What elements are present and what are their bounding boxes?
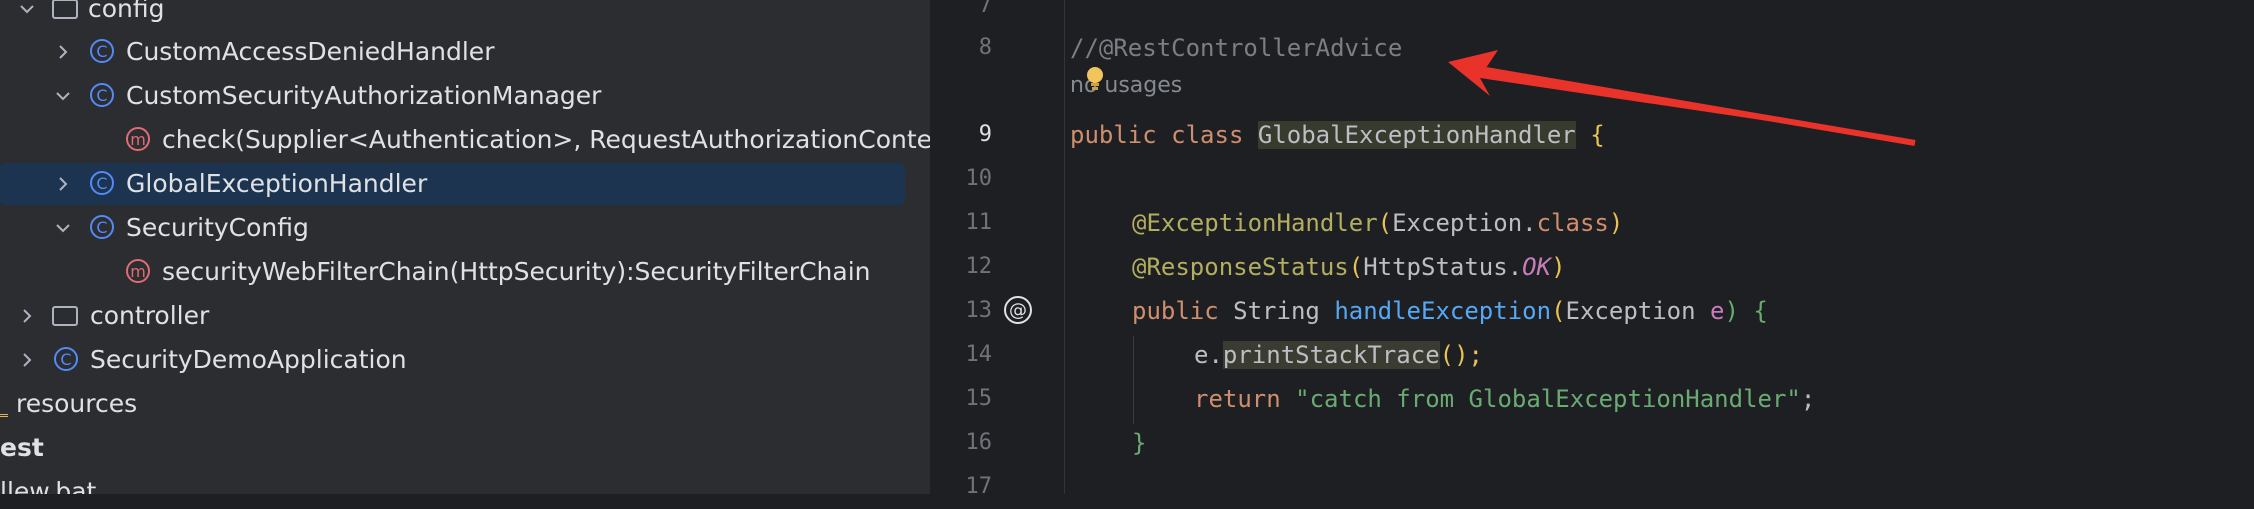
annotation-arrow xyxy=(1448,50,1916,146)
arrow-shaft xyxy=(1485,67,1916,146)
